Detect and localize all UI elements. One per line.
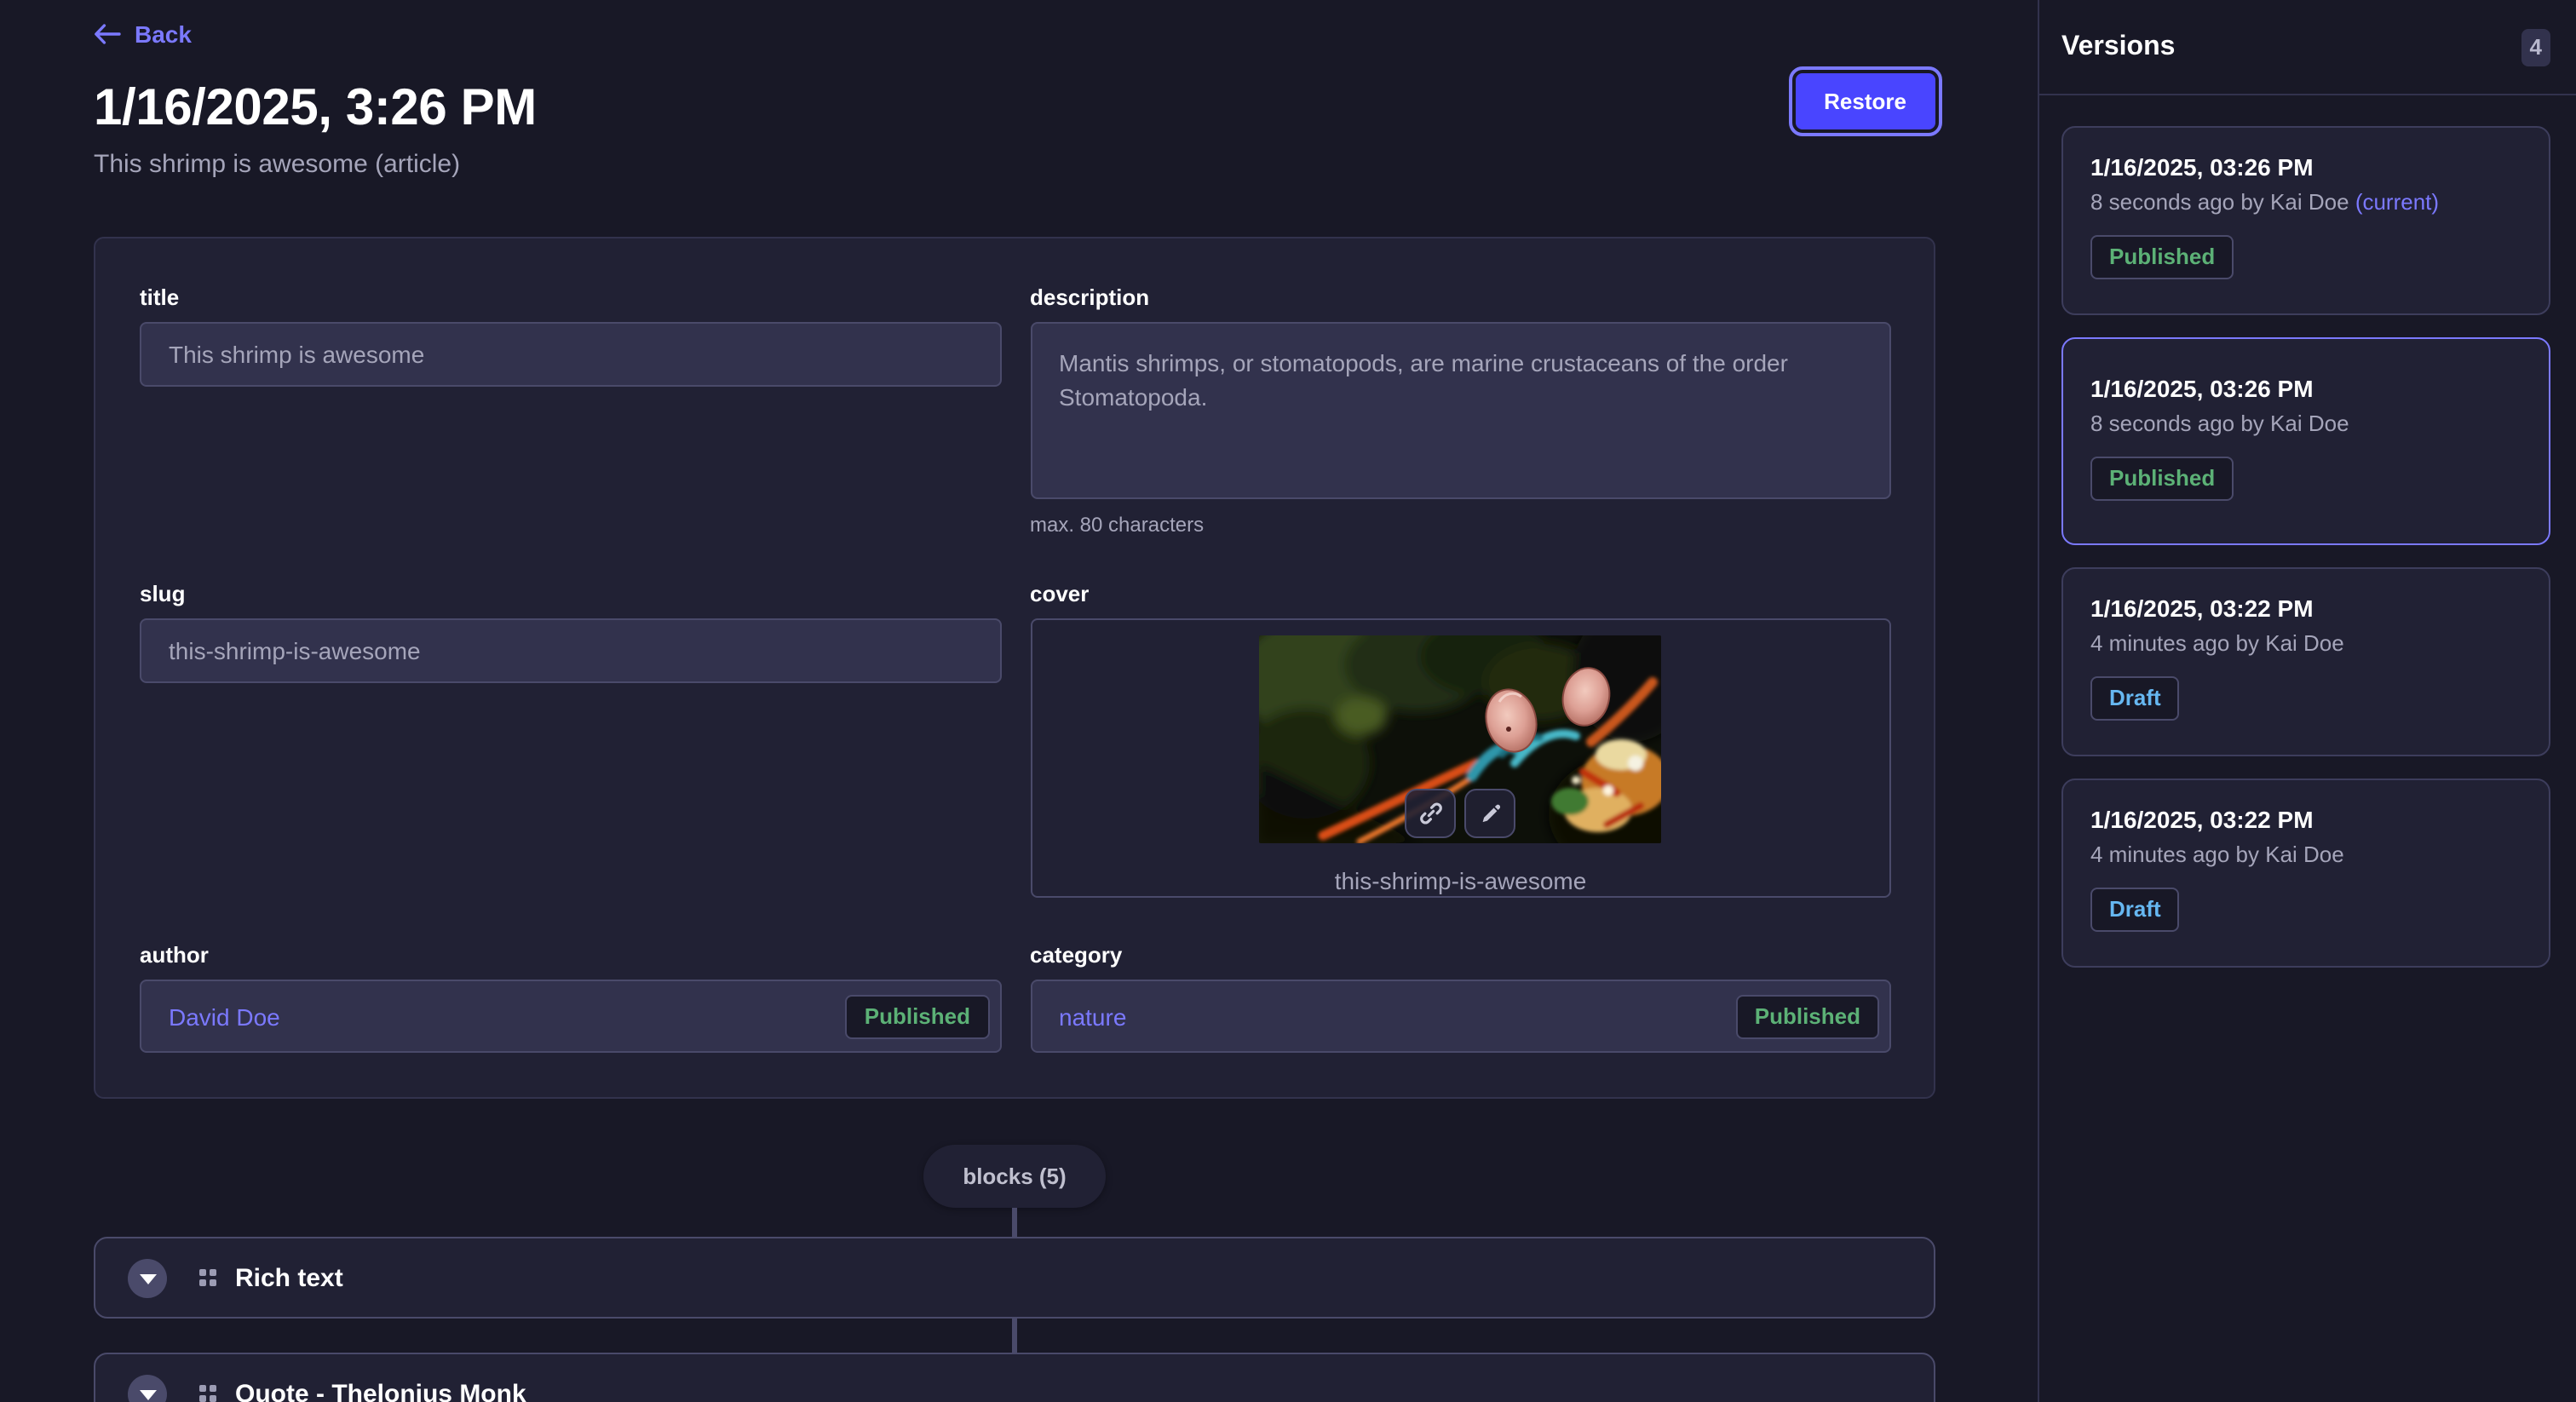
version-meta-text: 4 minutes ago by Kai Doe: [2090, 842, 2344, 867]
slug-input[interactable]: [140, 618, 1001, 683]
blocks-connector: [1012, 1319, 1017, 1353]
version-date: 1/16/2025, 03:22 PM: [2090, 806, 2521, 833]
version-form-card: title description Mantis shrimps, or sto…: [94, 237, 1935, 1099]
description-label: description: [1030, 284, 1891, 310]
link-icon: [1418, 801, 1444, 826]
author-link[interactable]: David Doe: [169, 1003, 280, 1030]
field-description: description Mantis shrimps, or stomatopo…: [1030, 284, 1891, 537]
blocks-zone: blocks (5) Rich text Quote - Thelonius M…: [94, 1145, 1935, 1402]
versions-sidebar: Versions 4 1/16/2025, 03:26 PM 8 seconds…: [2038, 0, 2576, 1402]
cover-label: cover: [1030, 581, 1891, 606]
author-relation-box: David Doe Published: [140, 980, 1001, 1053]
version-list: 1/16/2025, 03:26 PM 8 seconds ago by Kai…: [2039, 95, 2576, 1007]
version-card[interactable]: 1/16/2025, 03:22 PM 4 minutes ago by Kai…: [2061, 567, 2550, 756]
version-status-badge: Draft: [2090, 888, 2180, 932]
version-card[interactable]: 1/16/2025, 03:22 PM 4 minutes ago by Kai…: [2061, 779, 2550, 968]
version-meta-text: 4 minutes ago by Kai Doe: [2090, 630, 2344, 656]
category-relation-box: nature Published: [1030, 980, 1891, 1053]
back-link[interactable]: Back: [94, 20, 192, 48]
drag-handle-icon[interactable]: [199, 1269, 216, 1286]
block-accordion-quote: Quote - Thelonius Monk: [94, 1353, 1935, 1402]
chevron-down-icon: [139, 1389, 156, 1399]
cover-actions: [1406, 789, 1516, 838]
version-status-badge: Published: [2090, 235, 2234, 279]
version-status-badge: Published: [2090, 457, 2234, 501]
back-label: Back: [135, 20, 192, 48]
field-author: author David Doe Published: [140, 942, 1001, 1053]
block-accordion-rich-text: Rich text: [94, 1237, 1935, 1319]
title-input[interactable]: [140, 322, 1001, 387]
cover-box: this-shrimp-is-awesome: [1030, 618, 1891, 898]
chevron-down-icon: [139, 1273, 156, 1284]
accordion-toggle-button[interactable]: [128, 1258, 167, 1297]
copy-link-button[interactable]: [1406, 789, 1457, 838]
version-meta: 4 minutes ago by Kai Doe: [2090, 842, 2521, 867]
field-category: category nature Published: [1030, 942, 1891, 1053]
version-date: 1/16/2025, 03:26 PM: [2090, 153, 2521, 181]
category-label: category: [1030, 942, 1891, 968]
version-date: 1/16/2025, 03:22 PM: [2090, 595, 2521, 622]
category-link[interactable]: nature: [1059, 1003, 1126, 1030]
field-title: title: [140, 284, 1001, 387]
version-status-badge: Draft: [2090, 676, 2180, 721]
description-textarea[interactable]: Mantis shrimps, or stomatopods, are mari…: [1030, 322, 1891, 499]
version-meta-text: 8 seconds ago by Kai Doe: [2090, 411, 2349, 436]
description-hint: max. 80 characters: [1030, 513, 1891, 537]
author-label: author: [140, 942, 1001, 968]
app-root: Back 1/16/2025, 3:26 PM This shrimp is a…: [0, 0, 2576, 1402]
cover-filename: this-shrimp-is-awesome: [1335, 867, 1587, 894]
pencil-icon: [1478, 801, 1504, 826]
block-title: Rich text: [235, 1263, 343, 1292]
cover-media: [1260, 635, 1662, 843]
edit-image-button[interactable]: [1465, 789, 1516, 838]
version-date: 1/16/2025, 03:26 PM: [2090, 375, 2521, 402]
page-title: 1/16/2025, 3:26 PM: [94, 80, 1935, 138]
arrow-left-icon: [94, 24, 121, 44]
versions-title: Versions: [2061, 32, 2175, 62]
category-status-badge: Published: [1736, 994, 1879, 1038]
versions-count-badge: 4: [2521, 28, 2550, 66]
accordion-toggle-button[interactable]: [128, 1374, 167, 1402]
versions-header: Versions 4: [2039, 0, 2576, 95]
field-cover: cover: [1030, 581, 1891, 898]
author-status-badge: Published: [846, 994, 989, 1038]
main-content: Back 1/16/2025, 3:26 PM This shrimp is a…: [0, 0, 2038, 1402]
version-meta-text: 8 seconds ago by Kai Doe: [2090, 189, 2349, 215]
version-meta: 8 seconds ago by Kai Doe (current): [2090, 189, 2521, 215]
version-card-selected[interactable]: 1/16/2025, 03:26 PM 8 seconds ago by Kai…: [2061, 337, 2550, 545]
blocks-connector: [1012, 1208, 1017, 1237]
restore-button[interactable]: Restore: [1795, 73, 1935, 129]
drag-handle-icon[interactable]: [199, 1385, 216, 1402]
version-meta: 4 minutes ago by Kai Doe: [2090, 630, 2521, 656]
field-slug: slug: [140, 581, 1001, 683]
slug-label: slug: [140, 581, 1001, 606]
page-subtitle: This shrimp is awesome (article): [94, 150, 1935, 179]
block-title: Quote - Thelonius Monk: [235, 1379, 526, 1402]
current-tag: (current): [2355, 189, 2439, 215]
blocks-pill: blocks (5): [923, 1145, 1105, 1208]
version-card[interactable]: 1/16/2025, 03:26 PM 8 seconds ago by Kai…: [2061, 126, 2550, 315]
version-meta: 8 seconds ago by Kai Doe: [2090, 411, 2521, 436]
form-grid: title description Mantis shrimps, or sto…: [140, 284, 1891, 1053]
title-label: title: [140, 284, 1001, 310]
